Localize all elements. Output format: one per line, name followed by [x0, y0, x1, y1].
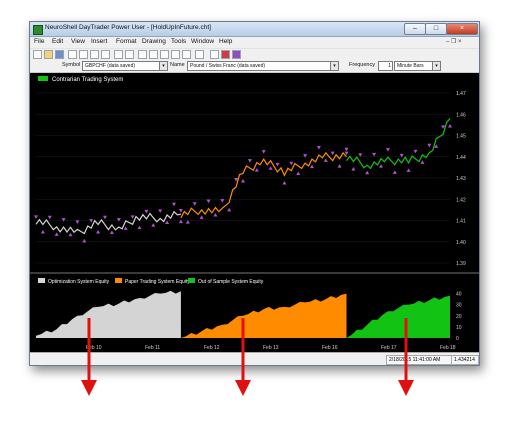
- x-tick-label: Feb 16: [322, 345, 338, 351]
- frequency-value-field[interactable]: 1: [378, 61, 393, 71]
- legend-swatch: [38, 278, 45, 283]
- menu-edit[interactable]: Edit: [52, 38, 63, 45]
- x-tick-label: Feb 13: [263, 345, 279, 351]
- color-icon[interactable]: [195, 50, 204, 59]
- save-icon[interactable]: [55, 50, 64, 59]
- window-title: NeuroShell DayTrader Power User - [HoldU…: [45, 24, 211, 31]
- app-window: NeuroShell DayTrader Power User - [HoldU…: [29, 21, 480, 366]
- line-tool-icon[interactable]: [171, 50, 180, 59]
- x-tick-label: Feb 11: [145, 345, 160, 351]
- menu-insert[interactable]: Insert: [91, 38, 107, 45]
- menu-window[interactable]: Window: [191, 38, 214, 45]
- y-tick-label: 1.46: [456, 112, 466, 118]
- menu-tools[interactable]: Tools: [171, 38, 186, 45]
- y-tick-label: 30: [456, 303, 462, 309]
- trading-strategy-icon[interactable]: [210, 50, 219, 59]
- y-tick-label: 40: [456, 292, 462, 298]
- y-tick-label: 1.45: [456, 134, 466, 140]
- report-icon[interactable]: [232, 50, 241, 59]
- x-tick-label: Feb 17: [381, 345, 397, 351]
- legend-label: Paper Trading System Equity: [125, 279, 190, 285]
- minimize-button[interactable]: –: [404, 23, 426, 35]
- legend-swatch: [188, 278, 195, 283]
- crosshair-icon[interactable]: [149, 50, 158, 59]
- out-of-sample-arrow: [398, 318, 414, 396]
- legend-swatch: [115, 278, 122, 283]
- document-window-controls[interactable]: – ❐ ×: [446, 38, 462, 45]
- frequency-dropdown-button[interactable]: ▾: [432, 61, 441, 71]
- chart-icon[interactable]: [114, 50, 123, 59]
- y-tick-label: 1.43: [456, 176, 466, 182]
- print-icon[interactable]: [68, 50, 77, 59]
- y-tick-label: 20: [456, 314, 462, 320]
- app-icon: [33, 25, 43, 35]
- symbol-label: Symbol: [62, 62, 81, 68]
- symbol-dropdown-button[interactable]: ▾: [159, 61, 168, 71]
- close-button[interactable]: ×: [446, 23, 478, 35]
- menu-view[interactable]: View: [71, 38, 85, 45]
- menu-bar: File Edit View Insert Format Drawing Too…: [30, 37, 479, 48]
- open-icon[interactable]: [44, 50, 53, 59]
- menu-file[interactable]: File: [34, 38, 44, 45]
- paper-trading-arrow: [235, 318, 251, 396]
- name-dropdown-button[interactable]: ▾: [330, 61, 339, 71]
- text-tool-icon[interactable]: [182, 50, 191, 59]
- y-tick-label: 1.41: [456, 219, 466, 225]
- frequency-unit-select[interactable]: Minute Bars: [394, 61, 433, 71]
- indicator-icon[interactable]: [125, 50, 134, 59]
- pointer-icon[interactable]: [138, 50, 147, 59]
- new-icon[interactable]: [33, 50, 42, 59]
- x-tick-label: Feb 18: [440, 345, 456, 351]
- copy-icon[interactable]: [90, 50, 99, 59]
- legend-label: Out of Sample System Equity: [198, 279, 264, 285]
- y-tick-label: 1.47: [456, 91, 466, 97]
- name-field[interactable]: Pound / Swiss Franc (data saved): [187, 61, 331, 71]
- optimizer-icon[interactable]: [221, 50, 230, 59]
- x-tick-label: Feb 12: [204, 345, 220, 351]
- legend-label: Optimization System Equity: [48, 279, 110, 285]
- y-tick-label: 0: [456, 336, 459, 342]
- status-value: 1.434214: [451, 355, 479, 365]
- menu-format[interactable]: Format: [116, 38, 137, 45]
- y-tick-label: 10: [456, 325, 462, 331]
- frequency-label: Frequency: [349, 62, 375, 68]
- zoom-icon[interactable]: [160, 50, 169, 59]
- menu-drawing[interactable]: Drawing: [142, 38, 166, 45]
- title-bar[interactable]: NeuroShell DayTrader Power User - [HoldU…: [30, 22, 479, 37]
- symbol-field[interactable]: GBPCHF (data saved): [82, 61, 160, 71]
- chart-area[interactable]: Contrarian Trading System 1.47 1.46 1.45 1.4…: [30, 73, 479, 352]
- y-tick-label: 1.40: [456, 240, 466, 246]
- y-tick-label: 1.42: [456, 197, 466, 203]
- name-label: Name: [170, 62, 185, 68]
- menu-help[interactable]: Help: [219, 38, 232, 45]
- y-tick-label: 1.44: [456, 155, 466, 161]
- paste-icon[interactable]: [101, 50, 110, 59]
- y-tick-label: 1.39: [456, 261, 466, 267]
- chart-title: Contrarian Trading System: [52, 77, 123, 83]
- optimization-arrow: [81, 318, 97, 396]
- symbol-bar: Symbol GBPCHF (data saved) ▾ Name Pound …: [30, 60, 479, 73]
- cut-icon[interactable]: [79, 50, 88, 59]
- maximize-button[interactable]: □: [425, 23, 447, 35]
- legend-swatch: [38, 76, 48, 81]
